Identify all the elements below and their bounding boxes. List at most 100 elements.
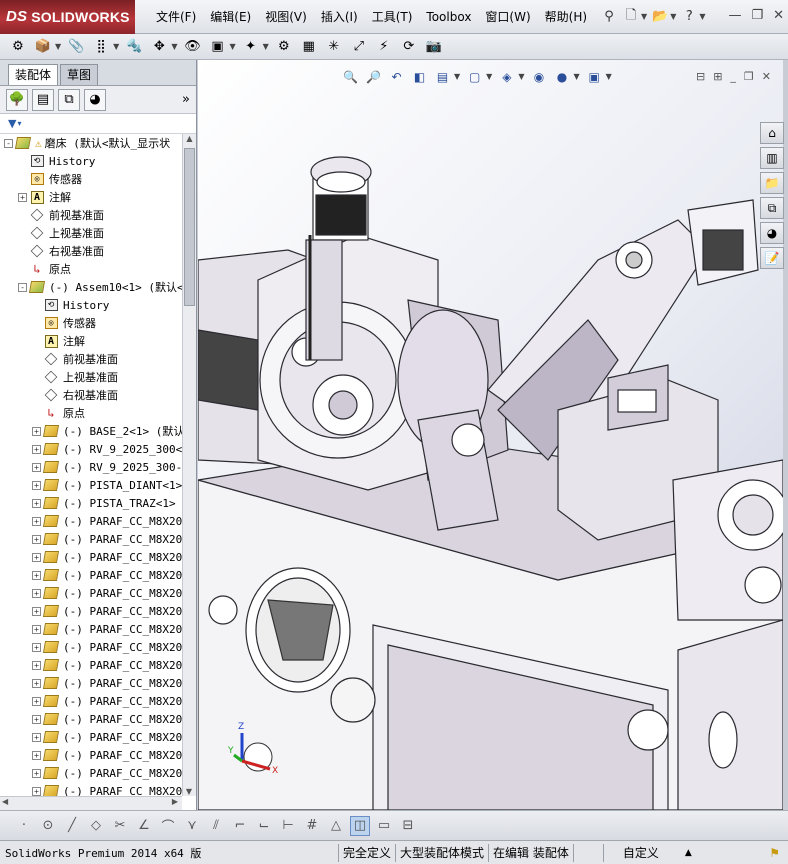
assembly-features-icon[interactable]: ▣	[207, 37, 227, 57]
explode-line-sketch-icon[interactable]: ⤢	[349, 37, 369, 57]
expand-icon[interactable]: +	[32, 678, 41, 688]
expand-icon[interactable]: »	[182, 92, 190, 107]
chamfer-icon[interactable]: ⋎	[182, 816, 202, 836]
new-motion-study-icon[interactable]: ⚙	[274, 37, 294, 57]
tree-item[interactable]: + (-) PARAF_CC_M8X20-o	[0, 530, 182, 548]
tree-item[interactable]: + (-) PARAF_CC_M8X20-o	[0, 584, 182, 602]
tree-filter[interactable]: ▼ ▾	[0, 114, 196, 134]
take-snapshot-icon[interactable]: 📷	[424, 37, 444, 57]
expand-icon[interactable]: +	[32, 552, 41, 562]
corner-icon[interactable]: ⌐	[230, 816, 250, 836]
app-logo[interactable]: DS SOLIDWORKS	[0, 0, 135, 34]
tree-item[interactable]: + (-) RV_9_2025_300-oa	[0, 458, 182, 476]
instant3d-icon[interactable]: ⚡	[374, 37, 394, 57]
menu-item-0[interactable]: 文件(F)	[149, 0, 203, 34]
collapse-icon[interactable]: -	[4, 138, 13, 148]
hide-show-items-icon[interactable]: ◉	[530, 68, 547, 85]
previous-view-icon[interactable]: ↶	[388, 68, 405, 85]
restore-icon[interactable]: ❐	[751, 8, 763, 23]
tree-item[interactable]: + (-) PARAF_CC_M8X20-o	[0, 764, 182, 782]
property-manager-icon[interactable]: ▤	[32, 88, 54, 111]
tree-item[interactable]: 上视基准面	[0, 224, 182, 242]
expand-icon[interactable]: +	[32, 786, 41, 796]
tree-item[interactable]: ↳ 原点	[0, 404, 182, 422]
apply-scene-icon[interactable]: ▣	[586, 68, 603, 85]
mate-icon[interactable]: 📎	[66, 37, 86, 57]
move-component-icon[interactable]: ✥	[149, 37, 169, 57]
viewport-minimize-icon[interactable]: _	[730, 70, 736, 83]
expand-icon[interactable]: +	[32, 768, 41, 778]
solidworks-resources-icon[interactable]: ⌂	[760, 122, 784, 144]
feature-manager-icon[interactable]: 🌳	[6, 88, 28, 111]
expand-icon[interactable]: +	[32, 714, 41, 724]
tree-horizontal-scrollbar[interactable]: ◀ ▶	[0, 796, 182, 810]
triangle-icon[interactable]: △	[326, 816, 346, 836]
configuration-manager-icon[interactable]: ⧉	[58, 88, 80, 111]
minimize-icon[interactable]: —	[728, 8, 741, 23]
tree-item[interactable]: + (-) BASE_2<1> (默认<	[0, 422, 182, 440]
expand-icon[interactable]: +	[32, 624, 41, 634]
circle-icon[interactable]: ⊙	[38, 816, 58, 836]
zoom-to-area-icon[interactable]: 🔎	[365, 68, 382, 85]
units-dropdown-icon[interactable]: ▲	[685, 848, 692, 858]
filter-dropdown-icon[interactable]: ▾	[17, 119, 21, 128]
expand-icon[interactable]: +	[32, 642, 41, 652]
scroll-thumb[interactable]	[184, 148, 195, 306]
menu-item-4[interactable]: 工具(T)	[365, 0, 420, 34]
tree-item[interactable]: + (-) PARAF_CC_M8X20-o	[0, 692, 182, 710]
viewport-close-icon[interactable]: ✕	[762, 70, 771, 83]
tree-item[interactable]: ⟲ History	[0, 296, 182, 314]
expand-icon[interactable]: +	[32, 588, 41, 598]
trim-icon[interactable]: ✂	[110, 816, 130, 836]
tree-item[interactable]: ↳ 原点	[0, 260, 182, 278]
display-style-icon[interactable]: ◈	[498, 68, 515, 85]
collapse-icon[interactable]: -	[18, 282, 27, 292]
tree-item[interactable]: + (-) PARAF_CC_M8X20<1	[0, 512, 182, 530]
tree-item[interactable]: ⟲ History	[0, 152, 182, 170]
angle-icon[interactable]: ∠	[134, 816, 154, 836]
tree-item[interactable]: + (-) PARAF_CC_M8X20-o	[0, 566, 182, 584]
two-view-icon[interactable]: ⊟	[398, 816, 418, 836]
menu-item-6[interactable]: 窗口(W)	[478, 0, 537, 34]
close-icon[interactable]: ✕	[773, 8, 784, 23]
polygon-icon[interactable]: ◇	[86, 816, 106, 836]
rebuild-status-icon[interactable]: ⚑	[769, 846, 780, 860]
tree-item[interactable]: 前视基准面	[0, 350, 182, 368]
tree-item[interactable]: + (-) PARAF_CC_M8X20-o	[0, 602, 182, 620]
menu-item-5[interactable]: Toolbox	[419, 0, 478, 34]
expand-icon[interactable]: +	[32, 426, 41, 436]
edit-appearance-icon[interactable]: ●	[553, 68, 570, 85]
tree-item[interactable]: + (-) PISTA_DIANT<1> (	[0, 476, 182, 494]
scroll-right-icon[interactable]: ▶	[172, 797, 178, 806]
tree-item[interactable]: + (-) PARAF_CC_M8X20-o	[0, 710, 182, 728]
expand-icon[interactable]: +	[32, 660, 41, 670]
construction-icon[interactable]: ⌙	[254, 816, 274, 836]
new-document-icon[interactable]: 🗋	[622, 8, 640, 26]
menu-item-2[interactable]: 视图(V)	[258, 0, 314, 34]
expand-icon[interactable]: +	[32, 750, 41, 760]
exploded-view-icon[interactable]: ✳	[324, 37, 344, 57]
tree-item[interactable]: + (-) PARAF_CC_M8X20-o	[0, 548, 182, 566]
tree-item[interactable]: + (-) PISTA_TRAZ<1> (默	[0, 494, 182, 512]
scroll-up-icon[interactable]: ▲	[183, 134, 196, 143]
expand-icon[interactable]: +	[18, 192, 27, 202]
design-library-icon[interactable]: ▥	[760, 147, 784, 169]
single-view-icon[interactable]: ▭	[374, 816, 394, 836]
smart-fasteners-icon[interactable]: 🔩	[124, 37, 144, 57]
bill-of-materials-icon[interactable]: ▦	[299, 37, 319, 57]
section-view-icon[interactable]: ◧	[411, 68, 428, 85]
view-orientation-icon[interactable]: ▢	[466, 68, 483, 85]
expand-icon[interactable]: +	[32, 534, 41, 544]
expand-icon[interactable]: +	[32, 570, 41, 580]
tree-item[interactable]: 上视基准面	[0, 368, 182, 386]
expand-icon[interactable]: +	[32, 732, 41, 742]
tab-assembly[interactable]: 装配体	[8, 64, 59, 85]
menu-item-3[interactable]: 插入(I)	[314, 0, 365, 34]
tree-item[interactable]: + (-) PARAF_CC_M8X20-o	[0, 782, 182, 796]
help-icon[interactable]: ?	[680, 8, 698, 26]
tree-item[interactable]: 右视基准面	[0, 242, 182, 260]
update-speedpak-icon[interactable]: ⟳	[399, 37, 419, 57]
line-icon[interactable]: ╱	[62, 816, 82, 836]
tree-item[interactable]: + (-) PARAF_CC_M8X20-o	[0, 656, 182, 674]
expand-icon[interactable]: +	[32, 696, 41, 706]
